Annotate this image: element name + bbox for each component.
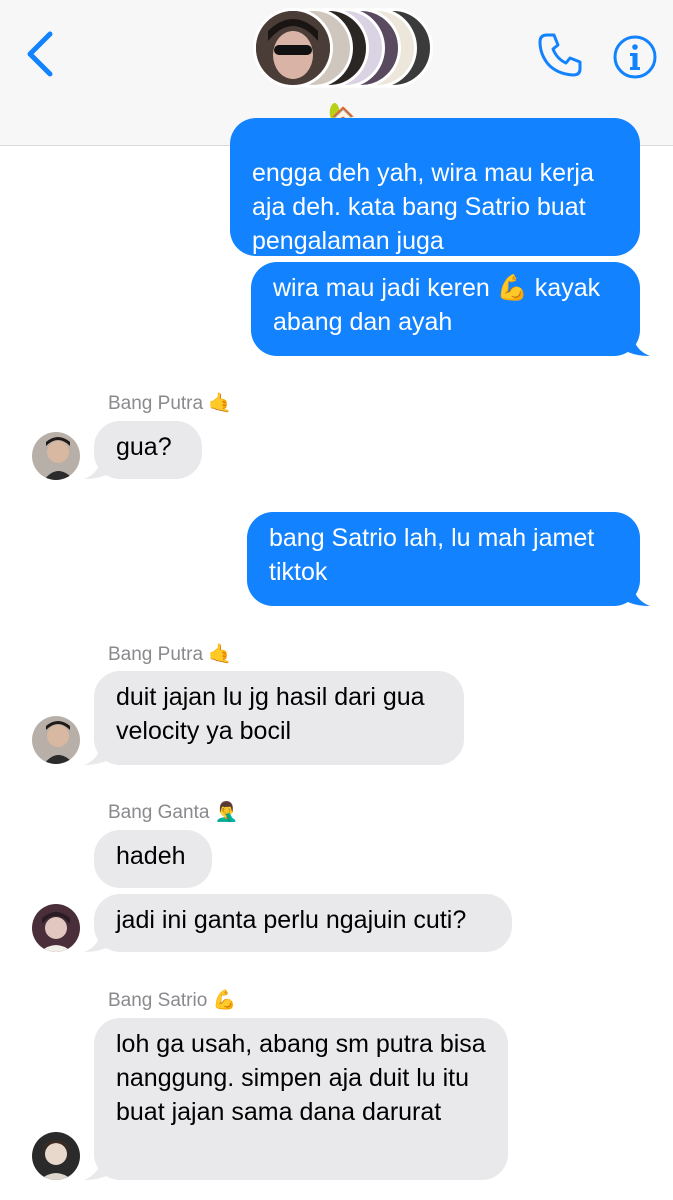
bubble-tail xyxy=(84,741,110,765)
sender-name: Bang Ganta 🤦‍♂️ xyxy=(108,802,239,823)
flexed-biceps-emoji: 💪 xyxy=(212,990,237,1011)
bubble-tail xyxy=(84,1156,110,1180)
avatar[interactable] xyxy=(32,716,80,764)
bubble-tail xyxy=(84,455,110,479)
incoming-message-bubble[interactable]: duit jajan lu jg hasil dari gua velocity… xyxy=(94,671,464,765)
message-text: bang Satrio lah, lu mah jamet tiktok xyxy=(269,524,595,586)
facepalm-emoji: 🤦‍♂️ xyxy=(214,802,239,823)
avatar[interactable] xyxy=(32,1132,80,1180)
incoming-message-bubble[interactable]: gua? xyxy=(94,421,202,479)
info-icon[interactable] xyxy=(612,34,658,80)
avatar[interactable] xyxy=(32,904,80,952)
message-text: wira mau jadi keren xyxy=(273,274,497,302)
sender-name: Bang Satrio 💪 xyxy=(108,990,237,1011)
bubble-tail xyxy=(84,928,110,952)
call-me-hand-emoji: 🤙 xyxy=(208,393,233,414)
group-avatar-stack[interactable] xyxy=(253,8,438,94)
bubble-tail xyxy=(624,582,650,606)
avatar[interactable] xyxy=(32,432,80,480)
outgoing-message-bubble[interactable]: wira mau jadi keren 💪 kayak abang dan ay… xyxy=(251,262,640,356)
sender-name: Bang Putra 🤙 xyxy=(108,644,233,665)
sender-name: Bang Putra 🤙 xyxy=(108,393,233,414)
message-text: duit jajan lu jg hasil dari gua velocity… xyxy=(116,683,425,745)
phone-icon[interactable] xyxy=(537,32,583,78)
message-text: gua? xyxy=(116,433,172,461)
outgoing-message-bubble[interactable]: bang Satrio lah, lu mah jamet tiktok xyxy=(247,512,640,606)
group-main-avatar xyxy=(253,8,333,88)
message-text: hadeh xyxy=(116,842,186,870)
incoming-message-bubble[interactable]: hadeh xyxy=(94,830,212,888)
message-text: jadi ini ganta perlu ngajuin cuti? xyxy=(116,906,467,934)
incoming-message-bubble[interactable]: loh ga usah, abang sm putra bisa nanggun… xyxy=(94,1018,508,1180)
bubble-tail xyxy=(624,332,650,356)
back-chevron-icon[interactable] xyxy=(22,30,62,78)
message-text: engga deh yah, wira mau kerja aja deh. k… xyxy=(252,159,594,255)
incoming-message-bubble[interactable]: jadi ini ganta perlu ngajuin cuti? xyxy=(94,894,512,952)
message-text: loh ga usah, abang sm putra bisa nanggun… xyxy=(116,1030,486,1126)
call-me-hand-emoji: 🤙 xyxy=(208,644,233,665)
outgoing-message-bubble[interactable]: engga deh yah, wira mau kerja aja deh. k… xyxy=(230,118,640,256)
flexed-biceps-emoji: 💪 xyxy=(496,274,528,302)
